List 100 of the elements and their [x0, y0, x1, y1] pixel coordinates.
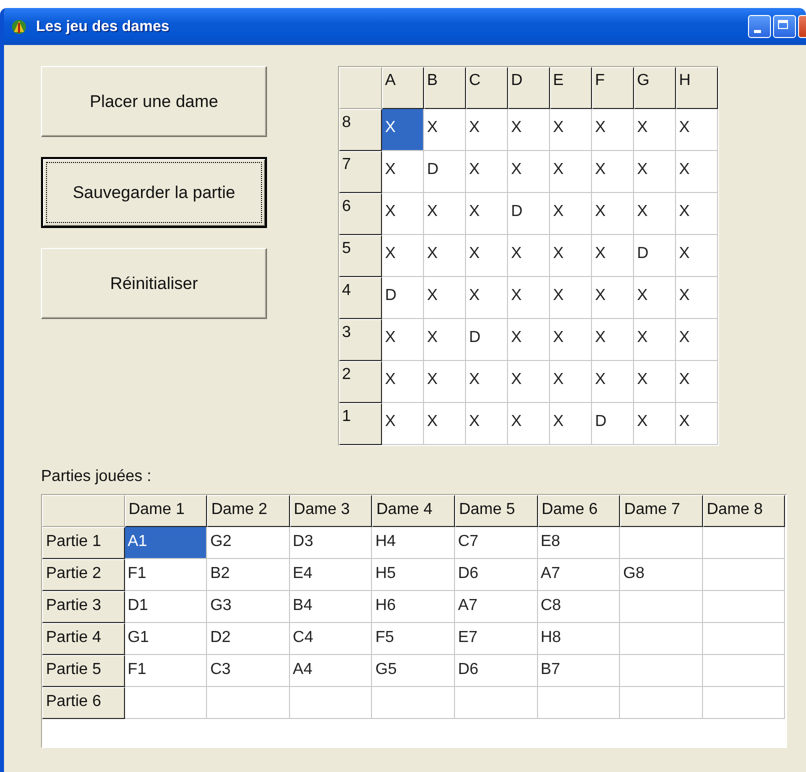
table-cell[interactable]: D6 — [454, 559, 538, 591]
board-square[interactable]: X — [424, 319, 466, 361]
table-cell[interactable] — [454, 687, 538, 719]
table-cell[interactable]: C7 — [454, 527, 538, 559]
table-cell[interactable]: B2 — [207, 559, 290, 591]
table-cell[interactable]: G2 — [207, 527, 290, 559]
table-cell[interactable] — [702, 655, 786, 687]
table-cell[interactable] — [372, 687, 455, 719]
board-square[interactable]: D — [592, 403, 634, 445]
board-square[interactable]: X — [466, 193, 508, 235]
board-square[interactable]: D — [424, 151, 466, 193]
board-square[interactable]: X — [508, 319, 550, 361]
board-square[interactable]: X — [592, 151, 634, 193]
board-square[interactable]: X — [508, 361, 550, 403]
board-square[interactable]: X — [382, 109, 424, 151]
table-cell[interactable]: E7 — [454, 623, 538, 655]
table-cell[interactable]: D2 — [207, 623, 290, 655]
table-cell[interactable] — [207, 687, 290, 719]
maximize-button[interactable] — [773, 15, 796, 38]
board-square[interactable]: X — [550, 193, 592, 235]
board-square[interactable]: X — [424, 361, 466, 403]
table-cell[interactable]: F5 — [372, 623, 455, 655]
action-button[interactable]: Sauvegarder la partie — [41, 157, 267, 228]
board-square[interactable]: X — [634, 319, 676, 361]
board-square[interactable]: X — [550, 277, 592, 319]
board-square[interactable]: X — [550, 403, 592, 445]
board-square[interactable]: X — [592, 361, 634, 403]
board-square[interactable]: X — [676, 235, 718, 277]
board-square[interactable]: X — [592, 193, 634, 235]
board-square[interactable]: X — [634, 403, 676, 445]
table-cell[interactable]: A1 — [124, 527, 208, 559]
board-square[interactable]: X — [424, 403, 466, 445]
table-cell[interactable]: A7 — [538, 559, 620, 591]
board-square[interactable]: X — [676, 403, 718, 445]
board-square[interactable]: X — [676, 109, 718, 151]
action-button[interactable]: Placer une dame — [41, 66, 267, 137]
board-square[interactable]: X — [676, 319, 718, 361]
table-cell[interactable] — [702, 591, 786, 623]
board-square[interactable]: X — [466, 235, 508, 277]
board-square[interactable]: X — [634, 193, 676, 235]
board-square[interactable]: X — [676, 277, 718, 319]
table-cell[interactable] — [620, 687, 703, 719]
board-square[interactable]: X — [676, 361, 718, 403]
board-square[interactable]: D — [382, 277, 424, 319]
table-cell[interactable]: C4 — [290, 623, 372, 655]
board-square[interactable]: X — [550, 109, 592, 151]
board-square[interactable]: X — [508, 403, 550, 445]
board-square[interactable]: X — [676, 151, 718, 193]
board-square[interactable]: X — [424, 235, 466, 277]
table-cell[interactable] — [620, 623, 703, 655]
board-square[interactable]: D — [508, 193, 550, 235]
table-cell[interactable]: H4 — [372, 527, 455, 559]
table-cell[interactable] — [702, 687, 786, 719]
board-square[interactable]: X — [634, 109, 676, 151]
board-square[interactable]: X — [634, 277, 676, 319]
board-square[interactable]: X — [550, 235, 592, 277]
board-square[interactable]: X — [382, 151, 424, 193]
board-square[interactable]: X — [466, 277, 508, 319]
table-cell[interactable]: F1 — [124, 655, 208, 687]
table-cell[interactable]: G8 — [620, 559, 703, 591]
board-square[interactable]: X — [508, 235, 550, 277]
board-square[interactable]: D — [466, 319, 508, 361]
board-square[interactable]: X — [592, 235, 634, 277]
table-cell[interactable]: E4 — [290, 559, 372, 591]
board-square[interactable]: X — [424, 193, 466, 235]
board-square[interactable]: X — [634, 151, 676, 193]
board-square[interactable]: X — [592, 277, 634, 319]
board-square[interactable]: X — [382, 235, 424, 277]
table-cell[interactable]: C8 — [538, 591, 620, 623]
table-cell[interactable]: B7 — [538, 655, 620, 687]
board-square[interactable]: X — [382, 193, 424, 235]
board-square[interactable]: X — [508, 109, 550, 151]
board-square[interactable]: X — [424, 277, 466, 319]
table-cell[interactable] — [620, 527, 703, 559]
table-cell[interactable]: D3 — [290, 527, 372, 559]
table-cell[interactable]: H6 — [372, 591, 455, 623]
minimize-button[interactable] — [748, 15, 771, 38]
board-square[interactable]: X — [424, 109, 466, 151]
board-square[interactable]: X — [382, 361, 424, 403]
table-cell[interactable]: H5 — [372, 559, 455, 591]
board-square[interactable]: X — [508, 151, 550, 193]
table-cell[interactable]: F1 — [124, 559, 208, 591]
table-cell[interactable]: C3 — [207, 655, 290, 687]
board-square[interactable]: X — [634, 361, 676, 403]
table-cell[interactable]: A7 — [454, 591, 538, 623]
board-square[interactable]: X — [550, 319, 592, 361]
board-square[interactable]: X — [508, 277, 550, 319]
board-square[interactable]: X — [382, 319, 424, 361]
table-cell[interactable] — [702, 623, 786, 655]
table-cell[interactable]: A4 — [290, 655, 372, 687]
table-cell[interactable]: E8 — [538, 527, 620, 559]
board-square[interactable]: X — [550, 151, 592, 193]
table-cell[interactable] — [290, 687, 372, 719]
table-cell[interactable] — [620, 655, 703, 687]
table-cell[interactable] — [702, 527, 786, 559]
board-square[interactable]: X — [466, 151, 508, 193]
board-square[interactable]: X — [466, 109, 508, 151]
table-cell[interactable]: D6 — [454, 655, 538, 687]
board-square[interactable]: X — [466, 361, 508, 403]
action-button[interactable]: Réinitialiser — [41, 248, 267, 319]
